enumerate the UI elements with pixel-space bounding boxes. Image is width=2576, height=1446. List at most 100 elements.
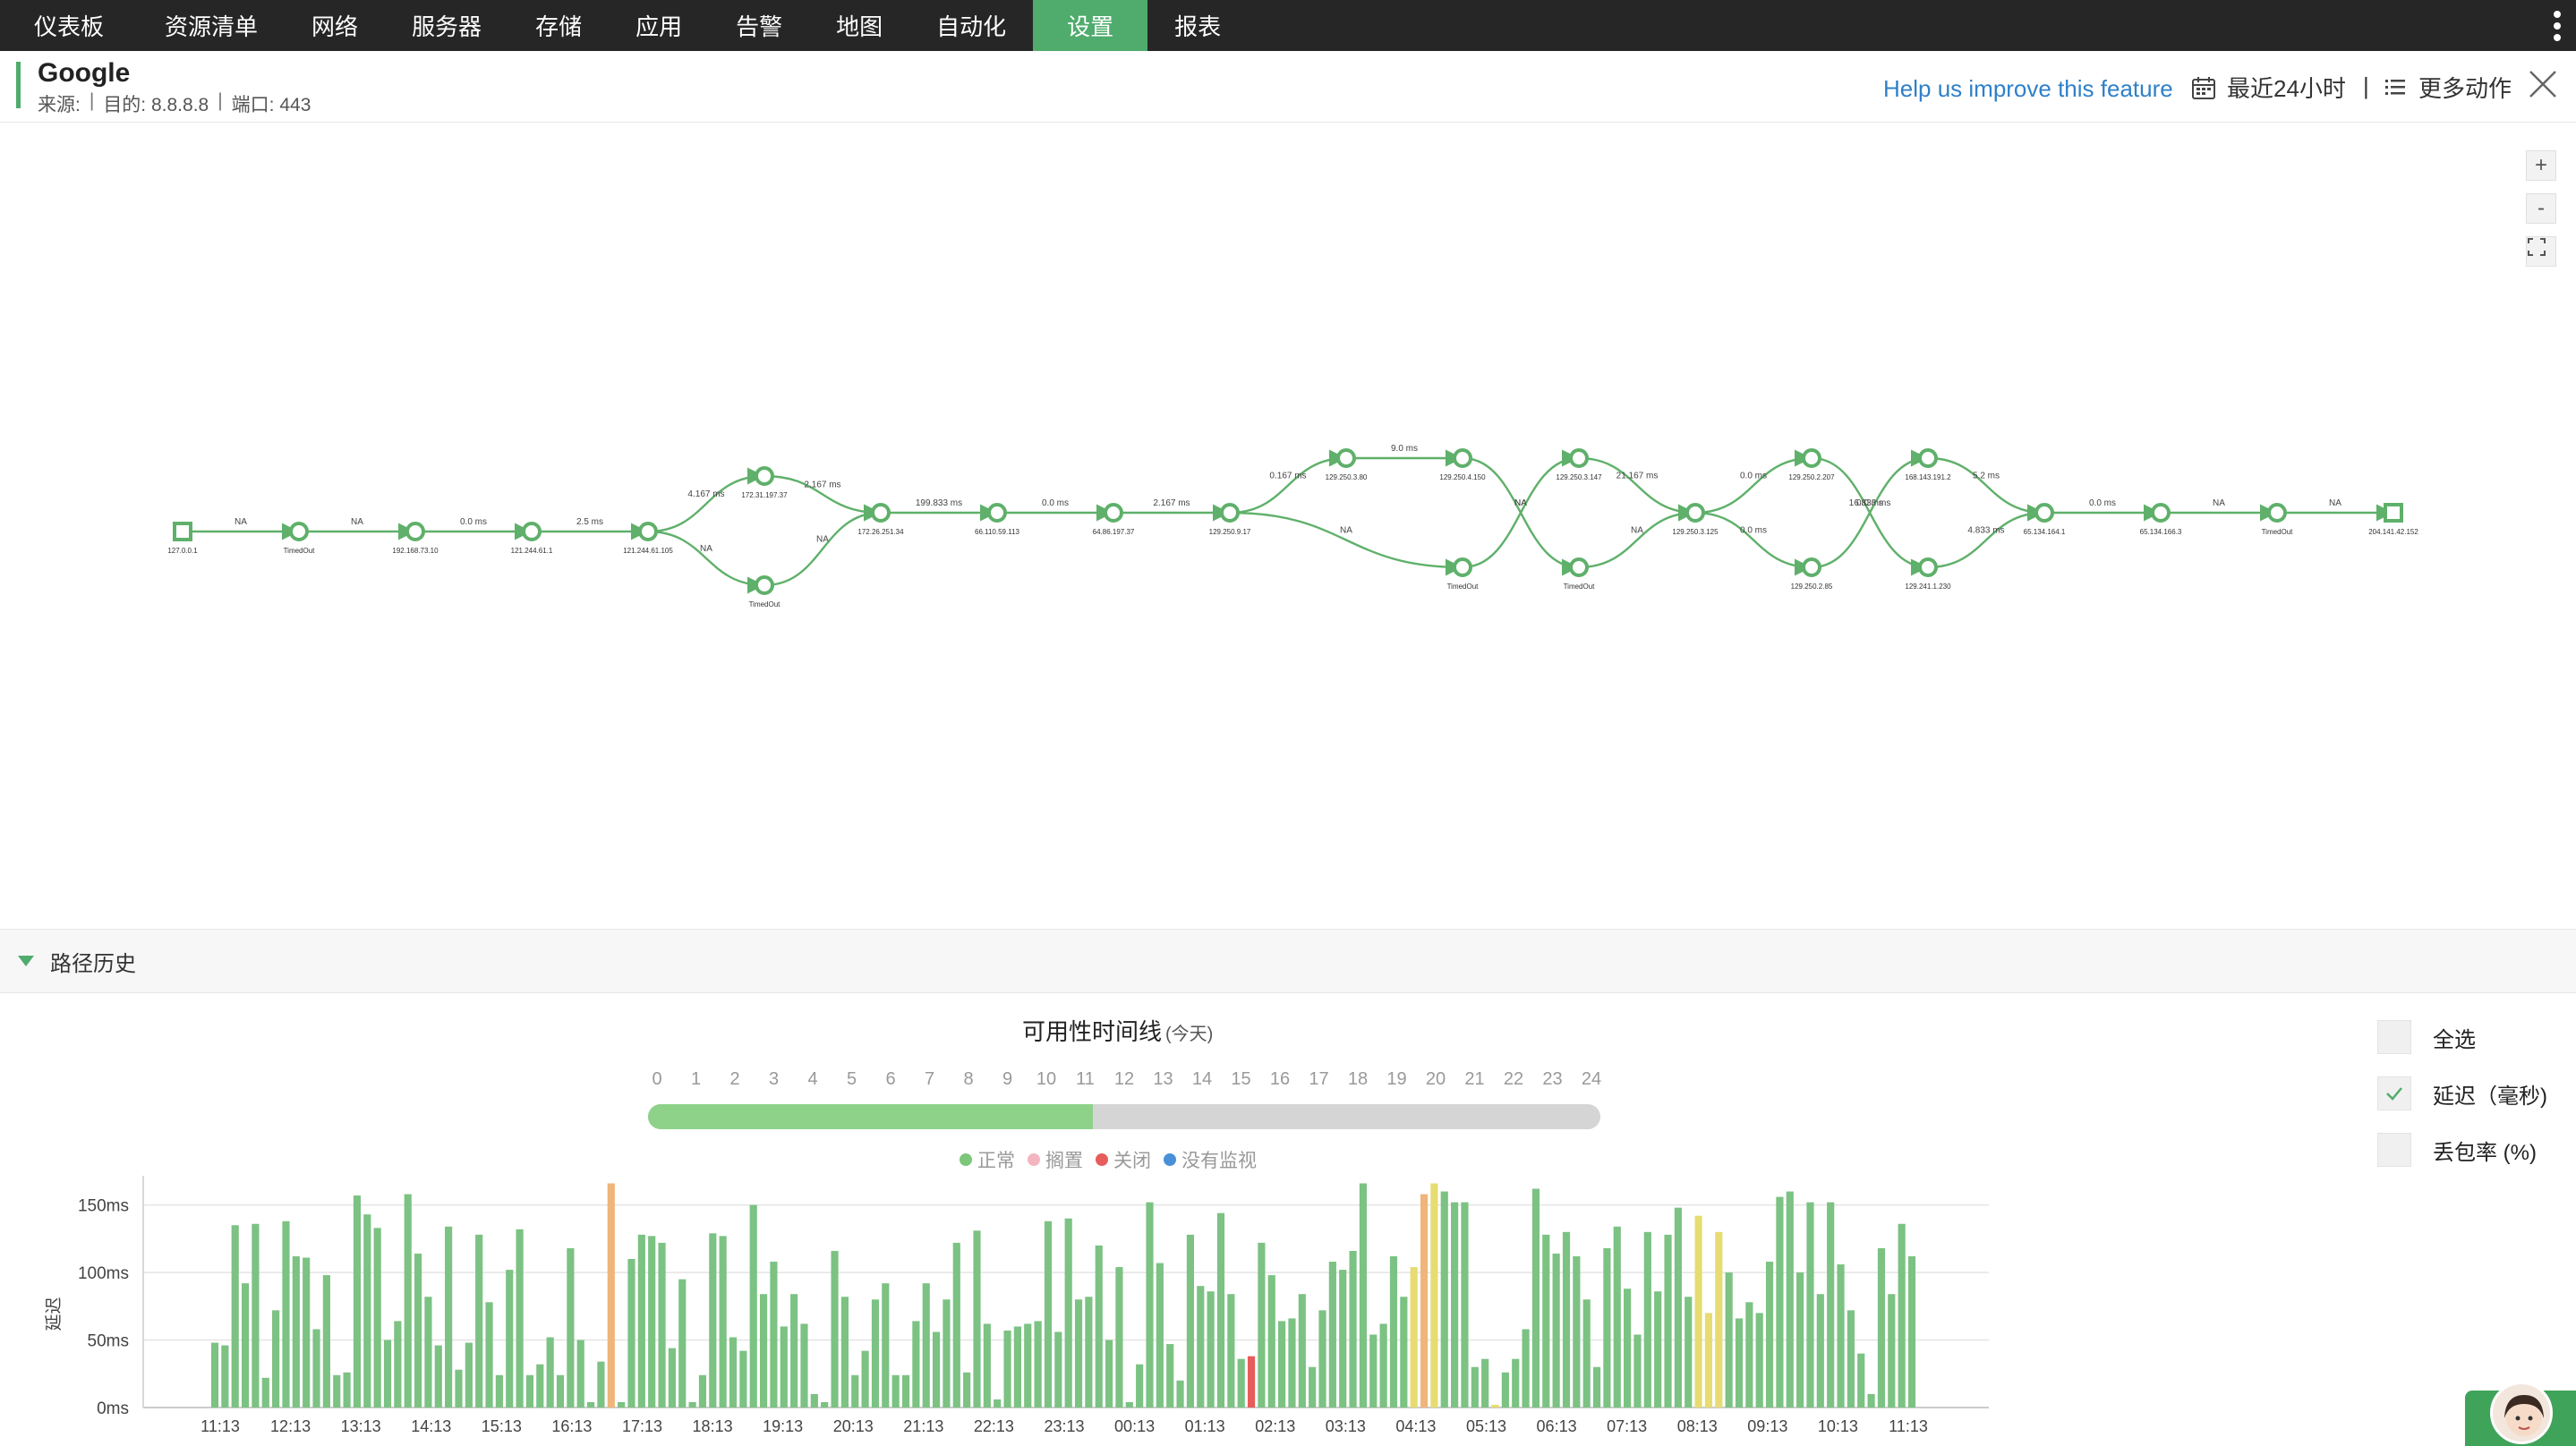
latency-bar[interactable] bbox=[1237, 1358, 1245, 1408]
latency-bar[interactable] bbox=[536, 1364, 544, 1408]
latency-bar[interactable] bbox=[363, 1214, 371, 1408]
latency-bar[interactable] bbox=[1410, 1267, 1418, 1408]
hop-node[interactable] bbox=[1104, 503, 1123, 523]
latency-bar[interactable] bbox=[1552, 1253, 1560, 1408]
more-actions-menu[interactable]: 更多动作 bbox=[2384, 71, 2512, 104]
latency-bar[interactable] bbox=[749, 1204, 757, 1408]
latency-bar[interactable] bbox=[282, 1221, 290, 1408]
latency-bar[interactable] bbox=[445, 1226, 453, 1408]
support-avatar[interactable] bbox=[2490, 1382, 2553, 1444]
latency-bar[interactable] bbox=[922, 1283, 930, 1408]
checkbox[interactable] bbox=[2377, 1020, 2411, 1054]
latency-bar[interactable] bbox=[1573, 1255, 1581, 1408]
latency-bar[interactable] bbox=[973, 1230, 981, 1408]
latency-bar[interactable] bbox=[312, 1329, 320, 1408]
series-checkbox-row[interactable]: 丢包率 (%) bbox=[2377, 1132, 2547, 1168]
latency-bar[interactable] bbox=[1389, 1255, 1398, 1408]
latency-bar[interactable] bbox=[465, 1342, 473, 1408]
hop-node[interactable] bbox=[1918, 448, 1938, 468]
latency-bar[interactable] bbox=[1715, 1231, 1723, 1408]
latency-bar[interactable] bbox=[627, 1259, 635, 1408]
latency-bar[interactable] bbox=[861, 1350, 869, 1408]
graph-edge[interactable] bbox=[647, 467, 765, 533]
nav-item[interactable]: 存储 bbox=[508, 0, 609, 51]
latency-bar[interactable] bbox=[1379, 1323, 1387, 1408]
latency-bar[interactable] bbox=[546, 1337, 554, 1408]
latency-bar[interactable] bbox=[618, 1401, 626, 1408]
latency-bar[interactable] bbox=[1024, 1323, 1032, 1408]
latency-bar[interactable] bbox=[1907, 1255, 1916, 1408]
latency-bar[interactable] bbox=[556, 1374, 565, 1408]
latency-bar[interactable] bbox=[1400, 1297, 1408, 1408]
latency-bar[interactable] bbox=[1339, 1270, 1347, 1408]
latency-bar[interactable] bbox=[322, 1275, 330, 1408]
latency-bar[interactable] bbox=[1745, 1302, 1753, 1408]
latency-bar[interactable] bbox=[1085, 1297, 1093, 1408]
latency-bar[interactable] bbox=[231, 1225, 239, 1408]
checkbox[interactable] bbox=[2377, 1133, 2411, 1167]
latency-bar[interactable] bbox=[901, 1374, 910, 1408]
nav-item[interactable]: 服务器 bbox=[385, 0, 508, 51]
latency-bar[interactable] bbox=[525, 1374, 534, 1408]
hop-node[interactable] bbox=[638, 522, 658, 541]
nav-item[interactable]: 告警 bbox=[709, 0, 809, 51]
graph-edge[interactable] bbox=[763, 504, 882, 587]
hop-node[interactable] bbox=[2267, 503, 2287, 523]
latency-bar[interactable] bbox=[1115, 1267, 1123, 1408]
latency-bar[interactable] bbox=[1125, 1401, 1133, 1408]
latency-bar[interactable] bbox=[1420, 1194, 1429, 1408]
latency-bar[interactable] bbox=[1522, 1329, 1530, 1408]
latency-bar[interactable] bbox=[1044, 1221, 1053, 1408]
latency-bar[interactable] bbox=[932, 1331, 941, 1408]
latency-bar[interactable] bbox=[770, 1262, 778, 1408]
latency-bar[interactable] bbox=[882, 1283, 890, 1408]
latency-bar[interactable] bbox=[1298, 1294, 1306, 1408]
latency-bar[interactable] bbox=[1542, 1234, 1550, 1408]
latency-bar[interactable] bbox=[790, 1294, 798, 1408]
latency-bar[interactable] bbox=[1309, 1366, 1317, 1408]
hop-node[interactable] bbox=[2151, 503, 2171, 523]
latency-bar[interactable] bbox=[688, 1401, 696, 1408]
latency-bar[interactable] bbox=[383, 1340, 392, 1408]
latency-bar[interactable] bbox=[1592, 1366, 1601, 1408]
latency-bar[interactable] bbox=[252, 1223, 260, 1408]
latency-bar[interactable] bbox=[831, 1250, 839, 1408]
latency-bar[interactable] bbox=[414, 1253, 422, 1408]
latency-bar[interactable] bbox=[840, 1297, 849, 1408]
hop-node[interactable] bbox=[2034, 503, 2054, 523]
latency-bar[interactable] bbox=[994, 1399, 1002, 1408]
latency-bar[interactable] bbox=[1156, 1263, 1164, 1408]
latency-bar[interactable] bbox=[333, 1374, 341, 1408]
latency-bar[interactable] bbox=[1827, 1202, 1835, 1408]
latency-bar[interactable] bbox=[1582, 1299, 1591, 1408]
latency-bar[interactable] bbox=[678, 1279, 687, 1408]
latency-bar[interactable] bbox=[1471, 1366, 1479, 1408]
latency-bar[interactable] bbox=[1796, 1272, 1804, 1408]
endpoint-node[interactable] bbox=[2384, 503, 2403, 523]
latency-bar[interactable] bbox=[851, 1374, 859, 1408]
latency-bar[interactable] bbox=[272, 1310, 280, 1408]
latency-bar[interactable] bbox=[1624, 1289, 1632, 1408]
latency-bar[interactable] bbox=[1369, 1334, 1378, 1408]
latency-bar[interactable] bbox=[221, 1345, 229, 1408]
latency-bar[interactable] bbox=[1613, 1226, 1621, 1408]
hop-node[interactable] bbox=[1918, 557, 1938, 577]
series-checkbox-row[interactable]: 全选 bbox=[2377, 1019, 2547, 1055]
time-range-selector[interactable]: 最近24小时 bbox=[2191, 71, 2346, 104]
nav-item[interactable]: 资源清单 bbox=[138, 0, 285, 51]
hop-node[interactable] bbox=[871, 503, 891, 523]
latency-bar[interactable] bbox=[871, 1299, 880, 1408]
latency-bar[interactable] bbox=[668, 1348, 676, 1408]
latency-bar[interactable] bbox=[1491, 1404, 1499, 1408]
latency-bar[interactable] bbox=[506, 1270, 514, 1408]
latency-bar[interactable] bbox=[1227, 1294, 1235, 1408]
latency-bar[interactable] bbox=[1704, 1313, 1713, 1408]
latency-bar[interactable] bbox=[1318, 1310, 1326, 1408]
latency-bar[interactable] bbox=[607, 1183, 615, 1408]
latency-bar[interactable] bbox=[1461, 1202, 1469, 1408]
latency-bar[interactable] bbox=[586, 1401, 595, 1408]
hop-node[interactable] bbox=[1802, 448, 1821, 468]
latency-bar[interactable] bbox=[780, 1326, 788, 1408]
close-icon[interactable] bbox=[2528, 69, 2558, 99]
latency-bar[interactable] bbox=[1034, 1321, 1042, 1408]
